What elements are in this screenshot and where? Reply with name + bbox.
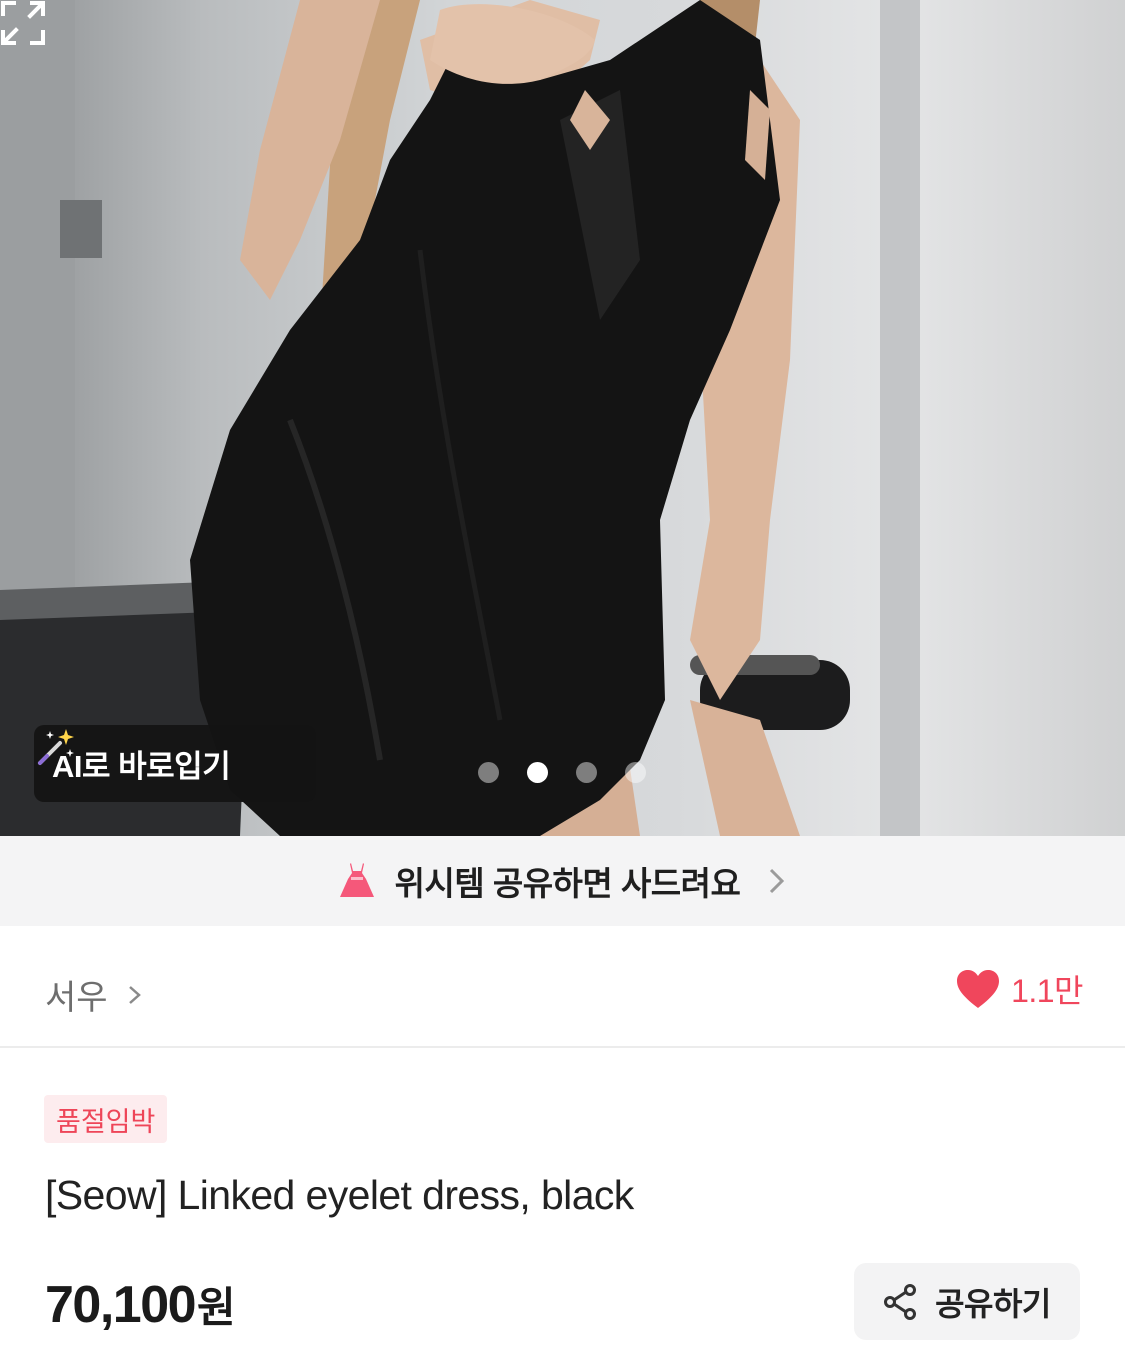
chevron-right-icon	[770, 868, 785, 894]
like-count: 1.1만	[1011, 973, 1083, 1009]
price-currency: 원	[197, 1284, 236, 1331]
gallery-pagination	[478, 762, 646, 783]
wishlist-share-promo-banner[interactable]: 위시템 공유하면 사드려요	[0, 836, 1125, 926]
gallery-dot[interactable]	[576, 762, 597, 783]
product-image-gallery[interactable]: AI로 바로입기	[0, 0, 1125, 836]
dress-icon	[339, 863, 374, 897]
share-icon	[884, 1283, 917, 1320]
store-name: 서우	[45, 979, 108, 1017]
like-button[interactable]: 1.1만	[955, 966, 1083, 1012]
price-value: 70,100	[45, 1276, 197, 1334]
product-price: 70,100원	[45, 1274, 236, 1335]
chevron-right-icon	[128, 985, 141, 1004]
product-photo	[0, 0, 920, 836]
ai-try-on-label: AI로 바로입기	[52, 749, 231, 784]
share-button[interactable]: 공유하기	[854, 1263, 1080, 1340]
gallery-dot[interactable]	[625, 762, 646, 783]
product-title: [Seow] Linked eyelet dress, black	[45, 1172, 634, 1218]
store-row: 서우 1.1만	[0, 926, 1125, 1048]
gallery-dot[interactable]	[478, 762, 499, 783]
expand-icon[interactable]	[0, 0, 46, 46]
heart-icon	[957, 970, 1000, 1008]
gallery-dot-active[interactable]	[527, 762, 548, 783]
share-label: 공유하기	[935, 1285, 1051, 1322]
store-link[interactable]: 서우	[45, 970, 142, 1019]
promo-text: 위시템 공유하면 사드려요	[394, 865, 741, 902]
status-badge: 품절임박	[44, 1095, 168, 1143]
magic-wand-icon	[38, 729, 74, 765]
ai-try-on-button[interactable]: AI로 바로입기	[34, 725, 316, 802]
